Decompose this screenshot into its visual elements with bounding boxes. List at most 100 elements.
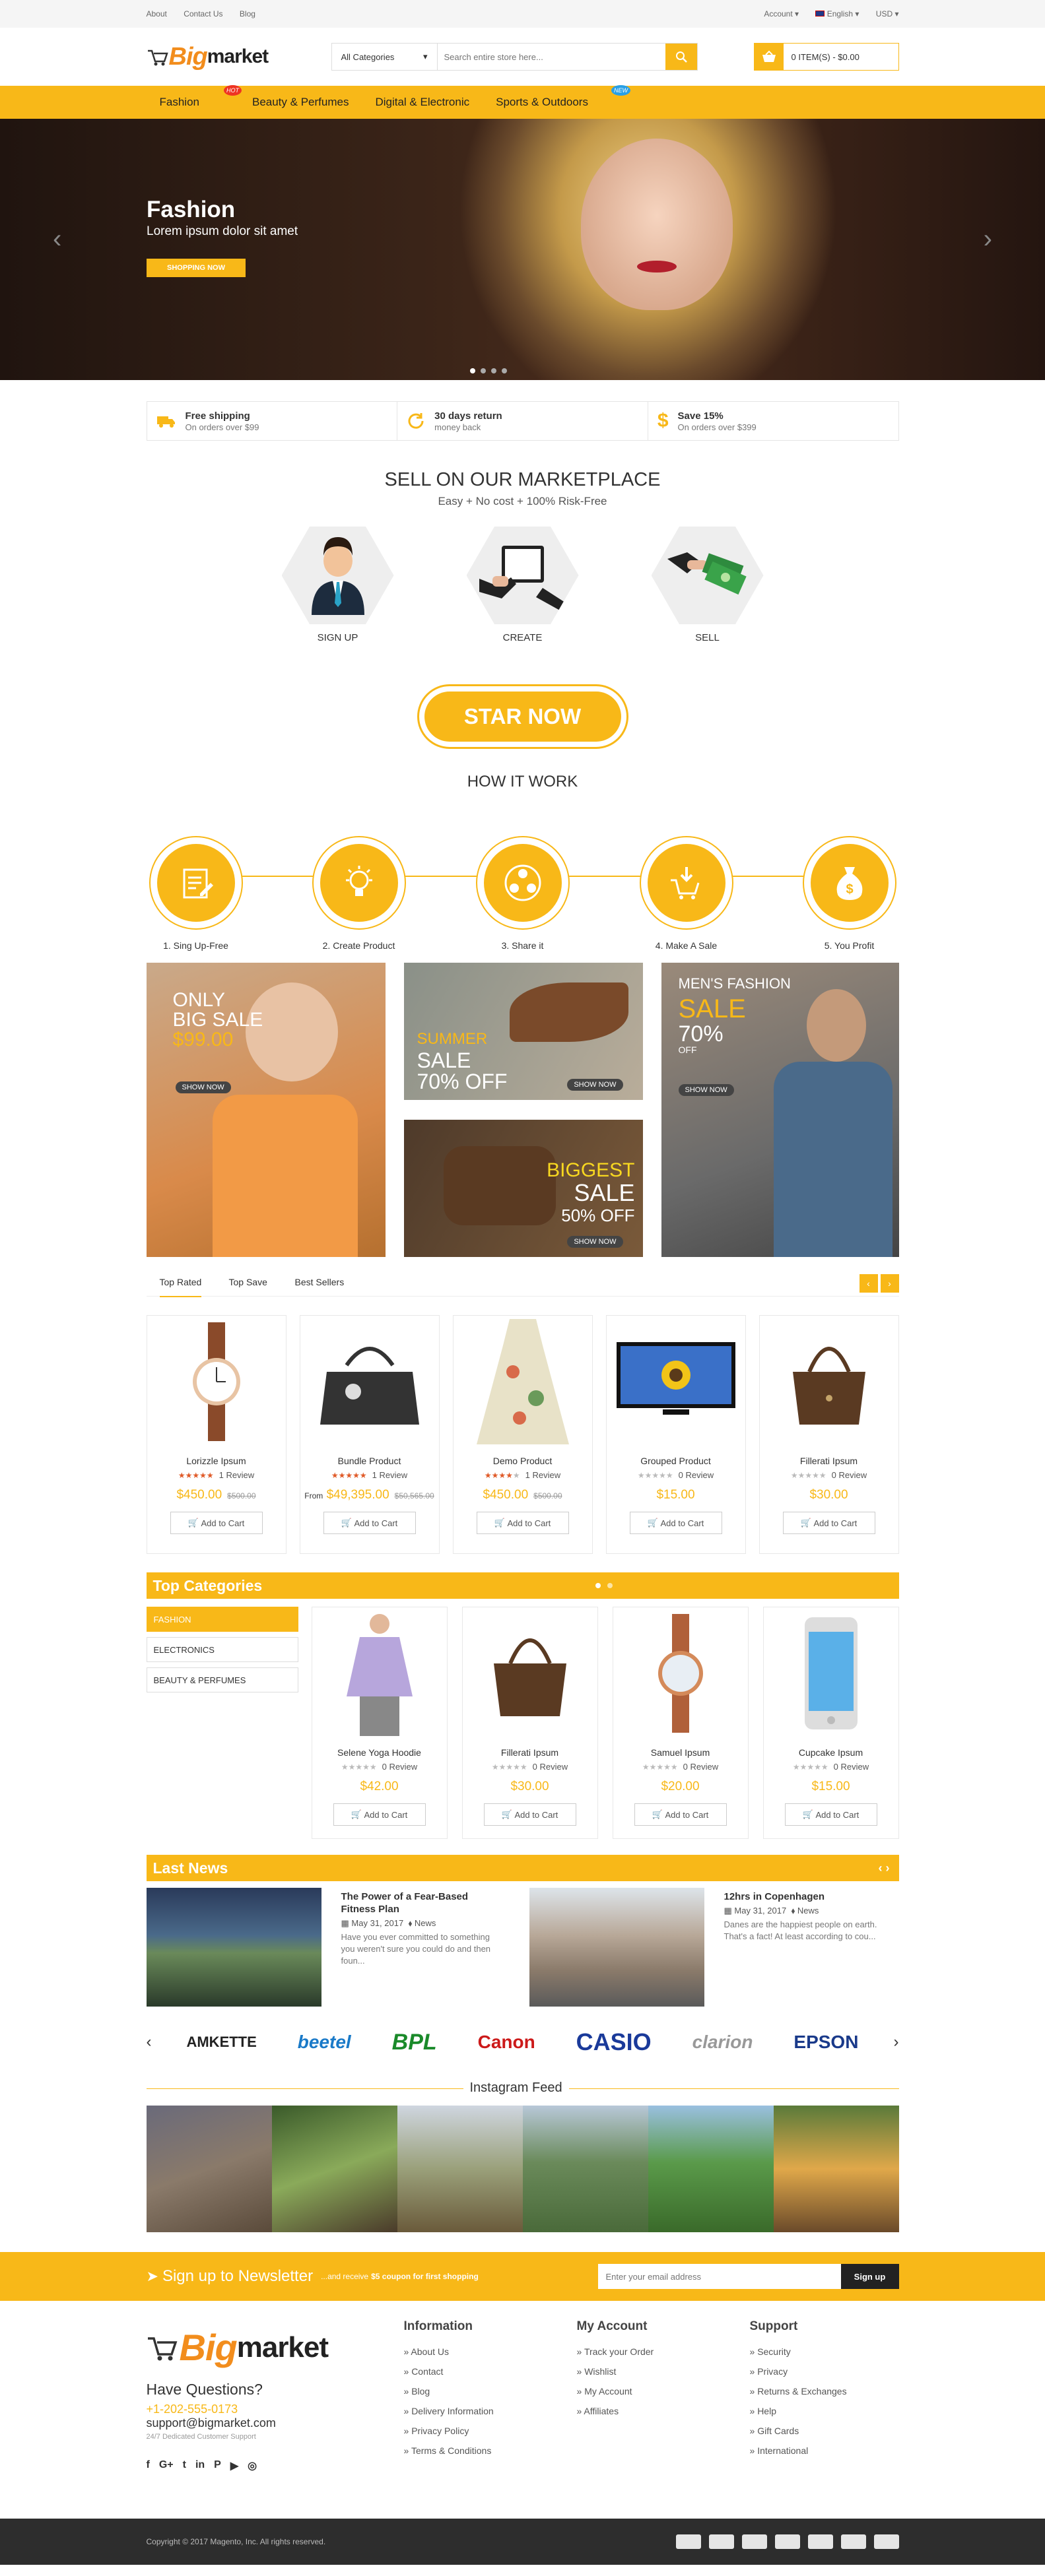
cart-icon: 🛒: [652, 1809, 665, 1819]
next-arrow-icon[interactable]: ›: [880, 1274, 899, 1293]
product-card[interactable]: Fillerati Ipsum ★★★★★ 0 Review $30.00 🛒 A…: [461, 1607, 598, 1839]
add-to-cart-button[interactable]: 🛒 Add to Cart: [784, 1803, 877, 1826]
brand-logo[interactable]: EPSON: [793, 2032, 858, 2053]
prev-arrow-icon[interactable]: ‹: [859, 1274, 878, 1293]
category-beauty[interactable]: BEAUTY & PERFUMES: [146, 1667, 298, 1692]
prev-arrow-icon[interactable]: ‹: [53, 224, 61, 254]
nav-beauty[interactable]: Beauty & Perfumes: [252, 96, 349, 109]
model-face: [581, 139, 733, 310]
handbag-image: [320, 1347, 419, 1425]
dollar-icon: $: [657, 410, 669, 432]
about-link[interactable]: About: [147, 9, 167, 18]
currency-menu[interactable]: USD ▾: [876, 9, 899, 18]
rating-stars: ★★★★★ 1 Review: [331, 1470, 408, 1480]
brand-logo[interactable]: BPL: [392, 2030, 437, 2055]
search-input[interactable]: [437, 44, 665, 70]
next-arrow-icon[interactable]: ›: [984, 224, 992, 254]
add-to-cart-button[interactable]: 🛒 Add to Cart: [629, 1512, 722, 1534]
purse-image: [792, 1347, 865, 1425]
biggest-sale-banner[interactable]: BIGGEST SALE 50% OFF SHOW NOW: [403, 1120, 643, 1257]
instagram-photo[interactable]: [271, 2106, 397, 2232]
google-plus-icon[interactable]: G+: [159, 2459, 174, 2472]
footer-support: Support » Security » Privacy » Returns &…: [749, 2319, 847, 2456]
summer-sale-banner[interactable]: SUMMER SALE 70% OFF SHOW NOW: [403, 963, 643, 1100]
news-item[interactable]: The Power of a Fear-Based Fitness Plan ▦ …: [146, 1888, 503, 2007]
add-to-cart-button[interactable]: 🛒 Add to Cart: [782, 1512, 875, 1534]
pinterest-icon[interactable]: P: [214, 2459, 221, 2472]
product-card[interactable]: Demo Product ★★★★★ 1 Review $450.00 $500.0…: [452, 1315, 593, 1554]
big-sale-banner[interactable]: ONLY BIG SALE $99.00 SHOW NOW: [146, 963, 386, 1257]
mens-fashion-banner[interactable]: MEN'S FASHION SALE 70% OFF SHOW NOW: [661, 963, 899, 1257]
add-to-cart-button[interactable]: 🛒 Add to Cart: [323, 1512, 416, 1534]
tab-top-rated[interactable]: Top Rated: [159, 1277, 202, 1297]
product-card[interactable]: Fillerati Ipsum ★★★★★ 0 Review $30.00 🛒 A…: [758, 1315, 899, 1554]
card-icon: [741, 2534, 767, 2549]
product-card[interactable]: Samuel Ipsum ★★★★★ 0 Review $20.00 🛒 Add …: [612, 1607, 749, 1839]
category-select[interactable]: All Categories ▾: [332, 44, 438, 70]
next-arrow-icon[interactable]: ›: [894, 2033, 899, 2051]
brand-logo[interactable]: Canon: [478, 2032, 535, 2053]
nav-digital[interactable]: Digital & Electronic: [375, 96, 469, 109]
product-card[interactable]: Grouped Product ★★★★★ 0 Review $15.00 🛒 A…: [605, 1315, 746, 1554]
nav-sports[interactable]: Sports & Outdoors NEW: [496, 85, 630, 109]
tab-top-save[interactable]: Top Save: [229, 1277, 267, 1287]
blog-link[interactable]: Blog: [240, 9, 255, 18]
youtube-icon[interactable]: ▶: [230, 2459, 238, 2472]
caret-icon: ▾: [422, 51, 428, 61]
news-arrows-icon[interactable]: ‹ ›: [879, 1861, 890, 1875]
star-now-button[interactable]: STAR NOW: [417, 684, 628, 749]
brand-logo[interactable]: AMKETTE: [186, 2034, 256, 2051]
cart-button[interactable]: 0 ITEM(S) - $0.00: [753, 43, 899, 71]
news-item[interactable]: 12hrs in Copenhagen ▦ May 31, 2017 ⬧ News…: [529, 1888, 886, 2007]
add-to-cart-button[interactable]: 🛒 Add to Cart: [170, 1512, 263, 1534]
instagram-icon[interactable]: ◎: [248, 2459, 257, 2472]
product-card[interactable]: Lorizzle Ipsum ★★★★★ 1 Review $450.00 $500…: [146, 1315, 287, 1554]
linkedin-icon[interactable]: in: [195, 2459, 205, 2472]
step-signup: 1. Sing Up-Free: [147, 836, 246, 951]
how-it-work-steps: 1. Sing Up-Free 2. Create Product 3. Sha…: [147, 818, 899, 951]
footer-logo[interactable]: Big market: [147, 2326, 331, 2369]
product-card[interactable]: Cupcake Ipsum ★★★★★ 0 Review $15.00 🛒 Add…: [762, 1607, 899, 1839]
tab-best-sellers[interactable]: Best Sellers: [295, 1277, 345, 1287]
news-list: The Power of a Fear-Based Fitness Plan ▦ …: [146, 1888, 899, 2007]
account-menu[interactable]: Account ▾: [764, 9, 799, 18]
bottom-bar: Copyright © 2017 Magento, Inc. All right…: [0, 2519, 1045, 2565]
cart-icon: 🛒: [341, 1518, 354, 1528]
add-to-cart-button[interactable]: 🛒 Add to Cart: [634, 1803, 727, 1826]
cart-icon: 🛒: [501, 1809, 515, 1819]
prev-arrow-icon[interactable]: ‹: [147, 2033, 152, 2051]
card-icon: [774, 2534, 800, 2549]
hoodie-image: [346, 1614, 413, 1736]
hot-badge: HOT: [223, 85, 242, 96]
category-fashion[interactable]: FASHION: [146, 1607, 298, 1632]
nav-fashion[interactable]: Fashion HOT: [160, 85, 242, 109]
shopping-now-button[interactable]: SHOPPING NOW: [147, 259, 246, 277]
product-card[interactable]: Selene Yoga Hoodie ★★★★★ 0 Review $42.00 …: [311, 1607, 448, 1839]
language-menu[interactable]: English ▾: [815, 9, 859, 18]
newsletter-bar: ➤ Sign up to Newsletter ...and receive $…: [0, 2252, 1045, 2301]
brand-logo[interactable]: beetel: [298, 2032, 351, 2053]
add-to-cart-button[interactable]: 🛒 Add to Cart: [483, 1803, 576, 1826]
category-electronics[interactable]: ELECTRONICS: [146, 1637, 298, 1662]
purse-image: [493, 1638, 566, 1716]
twitter-icon[interactable]: t: [183, 2459, 186, 2472]
add-to-cart-button[interactable]: 🛒 Add to Cart: [333, 1803, 426, 1826]
instagram-photo[interactable]: [648, 2106, 774, 2232]
instagram-photo[interactable]: [522, 2106, 648, 2232]
signup-button[interactable]: Sign up: [840, 2264, 899, 2289]
basket-icon: [754, 44, 784, 70]
instagram-photo[interactable]: [773, 2106, 899, 2232]
dress-image: [476, 1319, 569, 1444]
search-button[interactable]: [665, 44, 697, 70]
product-card[interactable]: Bundle Product ★★★★★ 1 Review From $49,39…: [299, 1315, 440, 1554]
instagram-photo[interactable]: [397, 2106, 523, 2232]
contact-link[interactable]: Contact Us: [184, 9, 222, 18]
facebook-icon[interactable]: f: [147, 2459, 150, 2472]
logo[interactable]: Big market: [147, 43, 331, 71]
newsletter-email-input[interactable]: [597, 2264, 841, 2289]
marketplace-subtitle: Easy + No cost + 100% Risk-Free: [438, 495, 607, 507]
brand-logo[interactable]: clarion: [692, 2032, 753, 2053]
brand-logo[interactable]: CASIO: [576, 2028, 652, 2056]
add-to-cart-button[interactable]: 🛒 Add to Cart: [476, 1512, 569, 1534]
instagram-photo[interactable]: [146, 2106, 272, 2232]
